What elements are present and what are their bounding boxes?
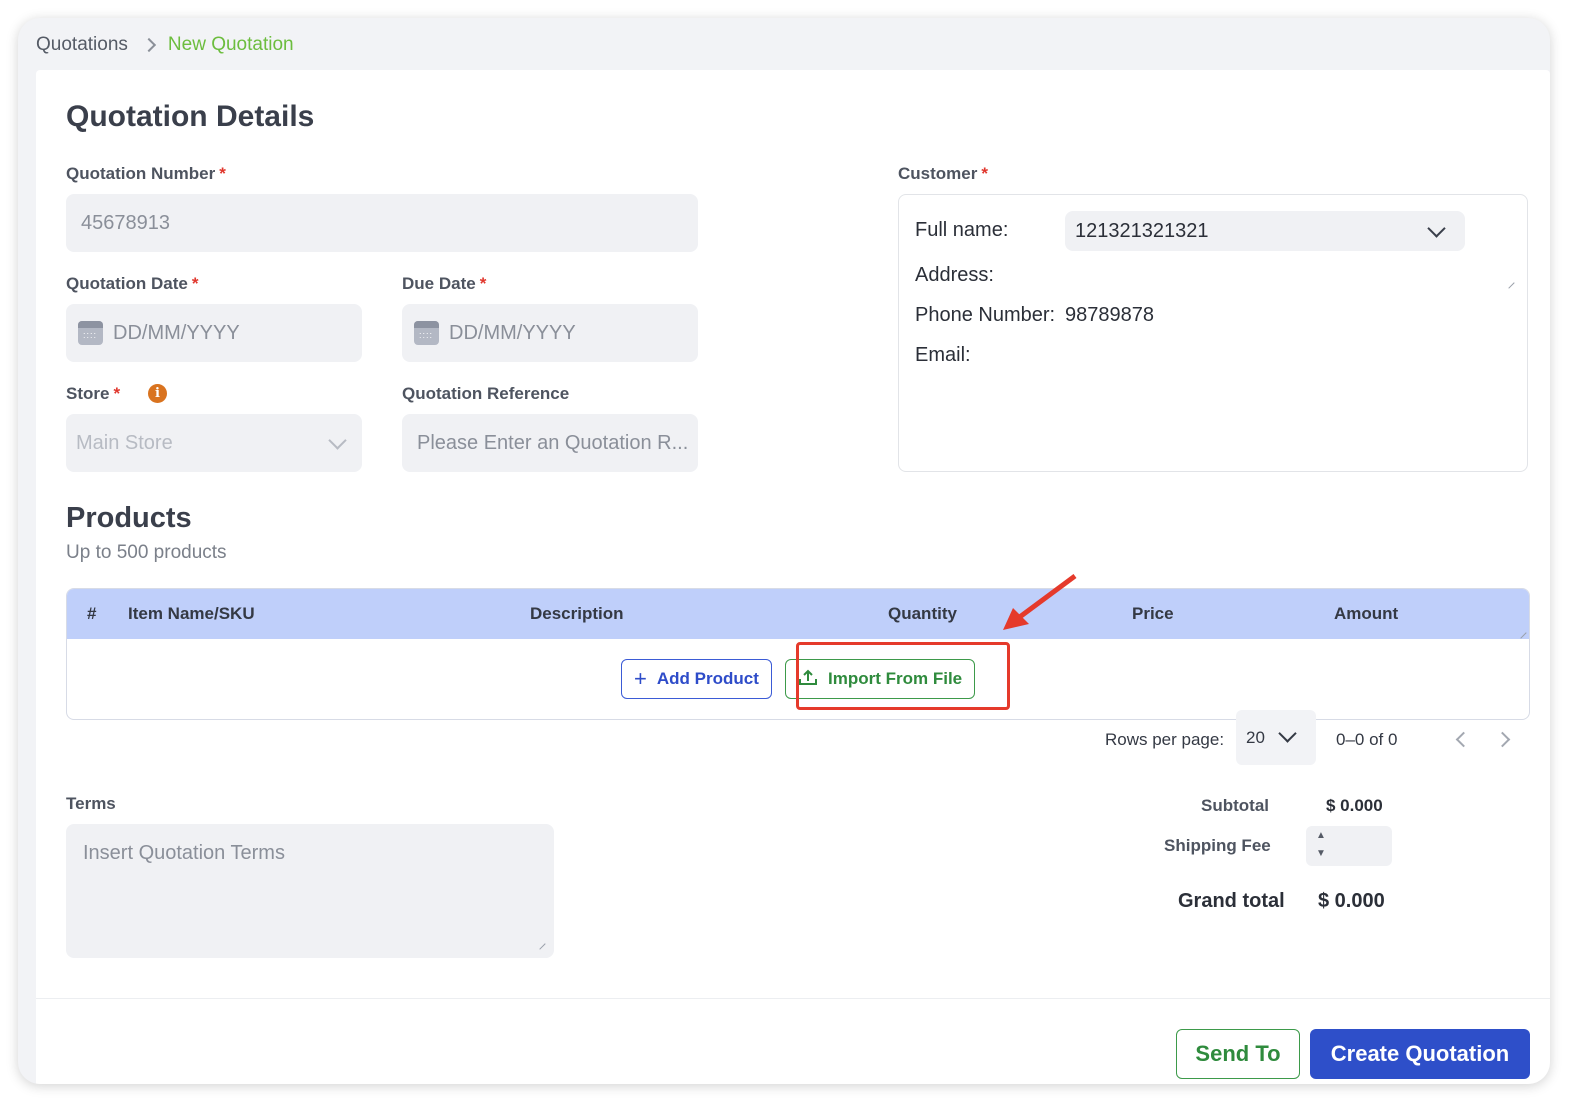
- calendar-icon[interactable]: [414, 321, 439, 345]
- resize-handle-icon[interactable]: [1515, 627, 1527, 639]
- highlight-box: [796, 642, 1010, 710]
- due-date-placeholder: DD/MM/YYYY: [449, 321, 576, 344]
- table-header: # Item Name/SKU Description Quantity Pri…: [67, 589, 1529, 639]
- footer-divider: [36, 998, 1550, 999]
- column-header-index: #: [87, 604, 97, 623]
- terms-placeholder: Insert Quotation Terms: [83, 842, 285, 864]
- grand-total-value: $ 0.000: [1318, 890, 1385, 912]
- rows-per-page-select[interactable]: 20: [1236, 710, 1316, 765]
- resize-handle-icon[interactable]: [1503, 277, 1515, 289]
- phone-label: Phone Number:: [915, 304, 1056, 326]
- breadcrumb-quotations[interactable]: Quotations: [36, 34, 128, 56]
- due-date-label: Due Date *: [402, 274, 486, 294]
- resize-handle-icon[interactable]: [534, 938, 546, 950]
- store-select[interactable]: Main Store: [66, 414, 362, 472]
- customer-select[interactable]: 121321321321: [1065, 211, 1465, 251]
- quotation-number-value: 45678913: [81, 211, 170, 234]
- label-text: Customer: [898, 164, 978, 183]
- required-mark: *: [191, 274, 199, 293]
- phone-value: 98789878: [1065, 304, 1154, 326]
- spin-down-icon[interactable]: ▼: [1316, 848, 1326, 859]
- label-text: Quotation Number: [66, 164, 216, 183]
- required-mark: *: [981, 164, 988, 183]
- quotation-date-field[interactable]: DD/MM/YYYY: [66, 304, 362, 362]
- add-product-button[interactable]: + Add Product: [621, 659, 772, 699]
- quotation-number-label: Quotation Number *: [66, 164, 226, 184]
- spin-up-icon[interactable]: ▲: [1316, 830, 1326, 841]
- store-label: Store *: [66, 384, 120, 404]
- column-header-quantity: Quantity: [888, 604, 957, 623]
- subtotal-value: $ 0.000: [1326, 796, 1383, 815]
- grand-total-label: Grand total: [1178, 890, 1285, 912]
- page-title: Quotation Details: [66, 100, 315, 133]
- terms-textarea[interactable]: Insert Quotation Terms: [66, 824, 554, 958]
- quotation-form: Quotation Details Quotation Number * 4567…: [36, 70, 1550, 1084]
- add-product-label: Add Product: [656, 669, 759, 688]
- customer-label: Customer *: [898, 164, 988, 184]
- quotation-reference-placeholder: Please Enter an Quotation R...: [417, 431, 689, 454]
- column-header-price: Price: [1132, 604, 1174, 623]
- products-title: Products: [66, 502, 192, 534]
- rows-per-page-label: Rows per page:: [1105, 730, 1225, 749]
- subtotal-label: Subtotal: [1201, 796, 1269, 815]
- shipping-fee-label: Shipping Fee: [1164, 836, 1271, 855]
- breadcrumb-current: New Quotation: [167, 34, 294, 55]
- column-header-amount: Amount: [1334, 604, 1399, 623]
- due-date-field[interactable]: DD/MM/YYYY: [402, 304, 698, 362]
- quotation-reference-label: Quotation Reference: [402, 384, 570, 403]
- annotation-arrow-icon: [1003, 574, 1077, 630]
- required-mark: *: [219, 164, 226, 183]
- chevron-right-icon[interactable]: [1494, 731, 1511, 748]
- label-text: Due Date: [402, 274, 476, 293]
- chevron-down-icon: [328, 430, 347, 450]
- column-header-item: Item Name/SKU: [128, 604, 255, 623]
- address-label: Address:: [915, 264, 994, 286]
- quotation-number-field[interactable]: 45678913: [66, 194, 698, 252]
- full-name-label: Full name:: [915, 219, 1009, 241]
- products-subtitle: Up to 500 products: [66, 542, 227, 563]
- customer-panel: Full name: 121321321321 Address: Phone N…: [898, 194, 1528, 472]
- customer-name-value: 121321321321: [1075, 219, 1209, 242]
- shipping-fee-input[interactable]: ▲ ▼: [1306, 826, 1392, 866]
- chevron-left-icon[interactable]: [1455, 731, 1472, 748]
- chevron-down-icon: [1278, 724, 1297, 743]
- email-label: Email:: [915, 344, 971, 366]
- quotation-date-placeholder: DD/MM/YYYY: [113, 321, 240, 344]
- breadcrumb: Quotations New Quotation: [36, 34, 294, 56]
- calendar-icon[interactable]: [78, 321, 103, 345]
- label-text: Store: [66, 384, 110, 403]
- create-quotation-button[interactable]: Create Quotation: [1310, 1029, 1530, 1079]
- app-window: Quotations New Quotation Quotation Detai…: [18, 18, 1550, 1084]
- store-value: Main Store: [76, 431, 173, 454]
- terms-label: Terms: [66, 794, 116, 813]
- info-icon[interactable]: i: [148, 384, 167, 403]
- required-mark: *: [113, 384, 121, 403]
- required-mark: *: [479, 274, 487, 293]
- plus-icon: +: [634, 666, 647, 691]
- rows-per-page-value: 20: [1246, 727, 1265, 747]
- chevron-down-icon: [1427, 218, 1446, 238]
- quotation-date-label: Quotation Date *: [66, 274, 198, 294]
- label-text: Quotation Date: [66, 274, 188, 293]
- column-header-description: Description: [530, 604, 624, 623]
- quotation-reference-input[interactable]: Please Enter an Quotation R...: [402, 414, 698, 472]
- pagination-range: 0–0 of 0: [1336, 730, 1398, 749]
- chevron-right-icon: [141, 37, 156, 53]
- send-to-button[interactable]: Send To: [1176, 1029, 1300, 1079]
